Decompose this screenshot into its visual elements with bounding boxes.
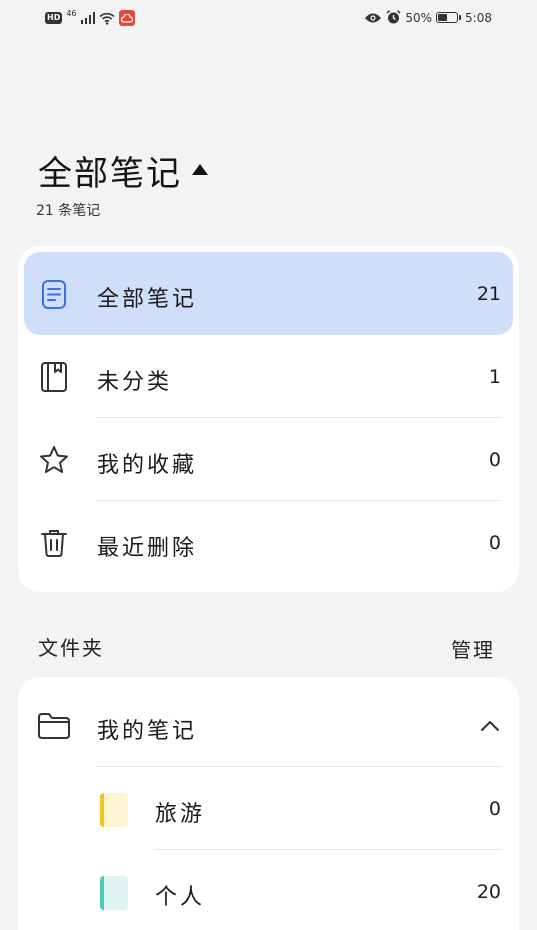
subfolder-personal[interactable]: 个人 20 [18, 850, 519, 930]
folder-icon [38, 713, 70, 739]
wifi-icon [98, 12, 115, 25]
category-label: 未分类 [97, 370, 173, 395]
caret-up-icon [192, 164, 208, 175]
notes-drawer-screen: HD 46 50% 5:08 全部笔记 21 条笔记 全部笔记 21 未分类 1… [0, 0, 537, 930]
category-label: 最近删除 [97, 536, 198, 561]
battery-icon [436, 12, 459, 23]
clock: 5:08 [465, 10, 492, 25]
category-count: 0 [488, 449, 501, 471]
note-count: 21 条笔记 [36, 203, 101, 219]
note-icon [42, 280, 66, 309]
folder-label: 我的笔记 [97, 719, 198, 744]
folder-my-notes[interactable]: 我的笔记 [18, 685, 519, 767]
manage-button[interactable]: 管理 [451, 634, 495, 663]
signal-icon [80, 12, 95, 24]
page-title: 全部笔记 [38, 154, 182, 194]
battery-percent: 50% [405, 10, 433, 25]
star-icon [40, 446, 68, 473]
category-count: 1 [488, 366, 501, 388]
notebook-icon [41, 362, 67, 392]
category-count: 0 [488, 532, 501, 554]
trash-icon [41, 530, 67, 557]
cloud-icon [118, 10, 135, 26]
status-left: HD 46 [45, 8, 135, 26]
subfolder-count: 0 [488, 798, 501, 820]
category-count: 21 [476, 283, 501, 305]
status-right: 50% 5:08 [364, 10, 492, 25]
subfolder-count: 20 [476, 881, 501, 903]
category-all-notes[interactable]: 全部笔记 21 [24, 252, 513, 335]
category-uncategorized[interactable]: 未分类 1 [18, 335, 519, 418]
status-bar: HD 46 50% 5:08 [0, 0, 537, 44]
subfolder-label: 旅游 [155, 802, 206, 827]
eye-icon [365, 13, 382, 22]
hd-badge: HD [45, 12, 63, 24]
title-dropdown[interactable]: 全部笔记 [38, 146, 208, 195]
category-recently-deleted[interactable]: 最近删除 0 [18, 501, 519, 584]
category-list: 全部笔记 21 未分类 1 我的收藏 0 最近删除 0 [18, 246, 519, 592]
folder-color-swatch [100, 876, 128, 910]
folders-heading: 文件夹 [38, 636, 104, 660]
category-label: 我的收藏 [97, 453, 198, 478]
subfolder-travel[interactable]: 旅游 0 [18, 767, 519, 850]
folder-color-swatch [100, 793, 128, 827]
folder-list: 我的笔记 旅游 0 个人 20 [18, 677, 519, 930]
category-favorites[interactable]: 我的收藏 0 [18, 418, 519, 501]
alarm-icon [386, 10, 401, 24]
chevron-up-icon[interactable] [479, 715, 501, 737]
category-label: 全部笔记 [97, 287, 198, 312]
network-type: 46 [66, 8, 77, 18]
subfolder-label: 个人 [155, 885, 206, 910]
